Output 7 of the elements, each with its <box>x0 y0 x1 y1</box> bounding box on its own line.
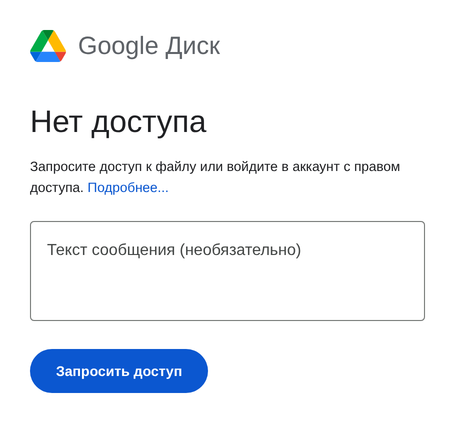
page-heading: Нет доступа <box>30 103 208 141</box>
learn-more-link[interactable]: Подробнее... <box>88 180 169 195</box>
message-field[interactable]: Текст сообщения (необязательно) <box>30 221 425 321</box>
request-access-button[interactable]: Запросить доступ <box>30 349 208 393</box>
access-message: Запросите доступ к файлу или войдите в аккаунт с правом доступа. Подробнее... <box>30 158 402 197</box>
drive-logo-icon <box>30 30 66 62</box>
logo-text: Google Диск <box>78 32 220 60</box>
